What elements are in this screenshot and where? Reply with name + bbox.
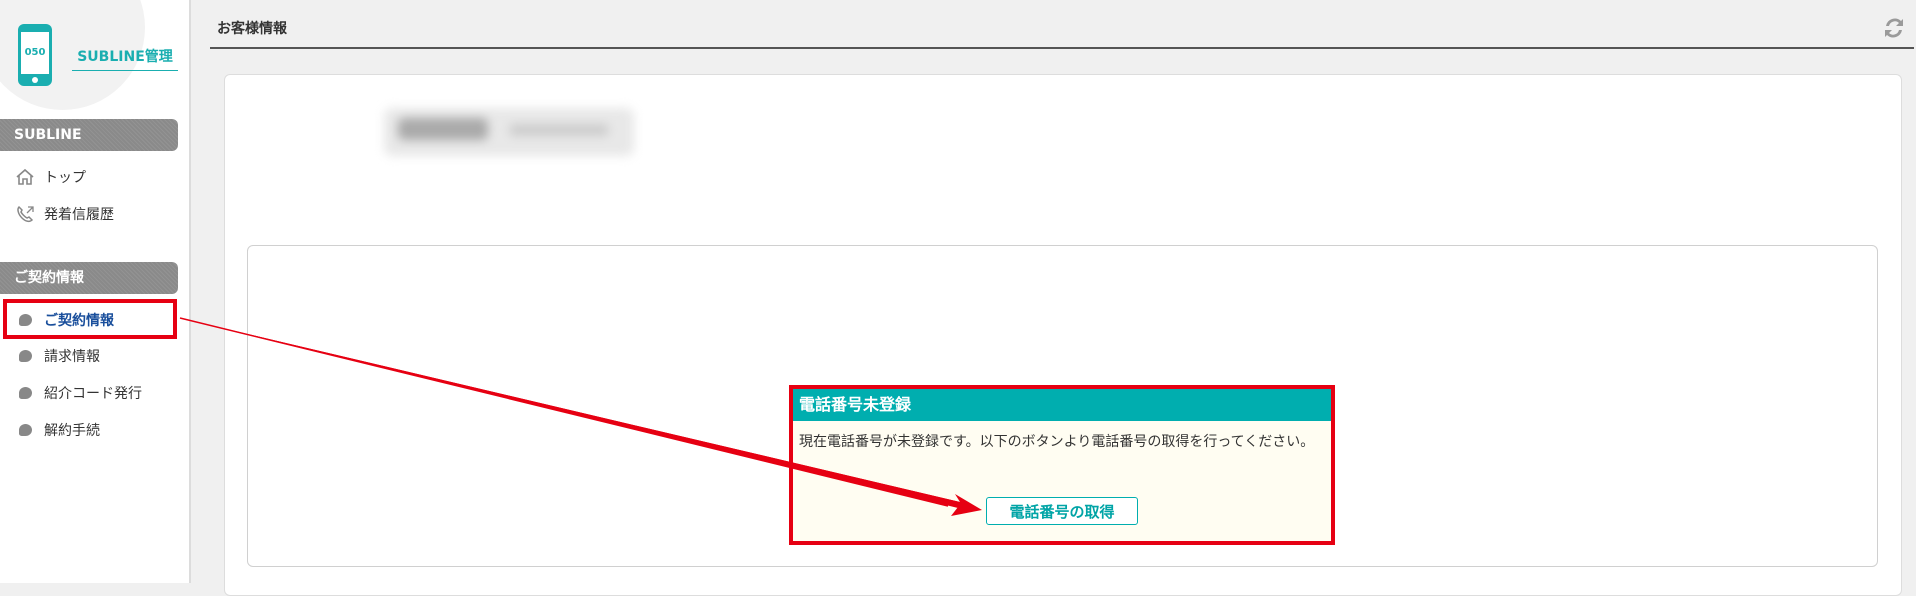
home-icon	[14, 168, 36, 186]
bubble-icon	[14, 424, 36, 436]
sidebar-item-label: 発着信履歴	[44, 207, 114, 223]
phone-call-icon	[14, 205, 36, 223]
page-title: お客様情報	[217, 21, 287, 37]
sidebar-item-billing[interactable]: 請求情報	[14, 344, 100, 368]
bubble-icon	[14, 387, 36, 399]
sidebar-item-label: トップ	[44, 170, 86, 186]
notice-title: 電話番号未登録	[793, 389, 1331, 421]
phone-unregistered-notice: 電話番号未登録 現在電話番号が未登録です。以下のボタンより電話番号の取得を行って…	[789, 385, 1335, 545]
bubble-icon	[14, 314, 36, 326]
section-header-subline: SUBLINE	[0, 119, 178, 151]
sidebar-item-label: 解約手続	[44, 423, 100, 439]
sidebar-item-referral-code[interactable]: 紹介コード発行	[14, 381, 142, 405]
sidebar-item-label: ご契約情報	[44, 313, 114, 329]
header-divider	[210, 47, 1914, 49]
section-header-contract: ご契約情報	[0, 262, 178, 294]
notice-message: 現在電話番号が未登録です。以下のボタンより電話番号の取得を行ってください。	[799, 434, 1315, 450]
brand-title[interactable]: SUBLINE管理	[72, 46, 178, 71]
blurred-customer-name	[384, 108, 634, 156]
phone-logo-number: 050	[21, 32, 49, 74]
phone-logo-icon: 050	[18, 24, 52, 86]
get-phone-number-button[interactable]: 電話番号の取得	[986, 497, 1138, 525]
sidebar-item-label: 請求情報	[44, 349, 100, 365]
refresh-icon[interactable]	[1880, 14, 1908, 42]
sidebar-item-contract-info[interactable]: ご契約情報	[14, 308, 114, 332]
sidebar-item-call-history[interactable]: 発着信履歴	[14, 202, 114, 226]
sidebar: 050 SUBLINE管理 SUBLINE トップ 発着信履歴 ご契約情報 ご契…	[0, 0, 191, 583]
bubble-icon	[14, 350, 36, 362]
sidebar-item-top[interactable]: トップ	[14, 165, 86, 189]
sidebar-item-label: 紹介コード発行	[44, 386, 142, 402]
sidebar-item-cancellation[interactable]: 解約手続	[14, 418, 100, 442]
